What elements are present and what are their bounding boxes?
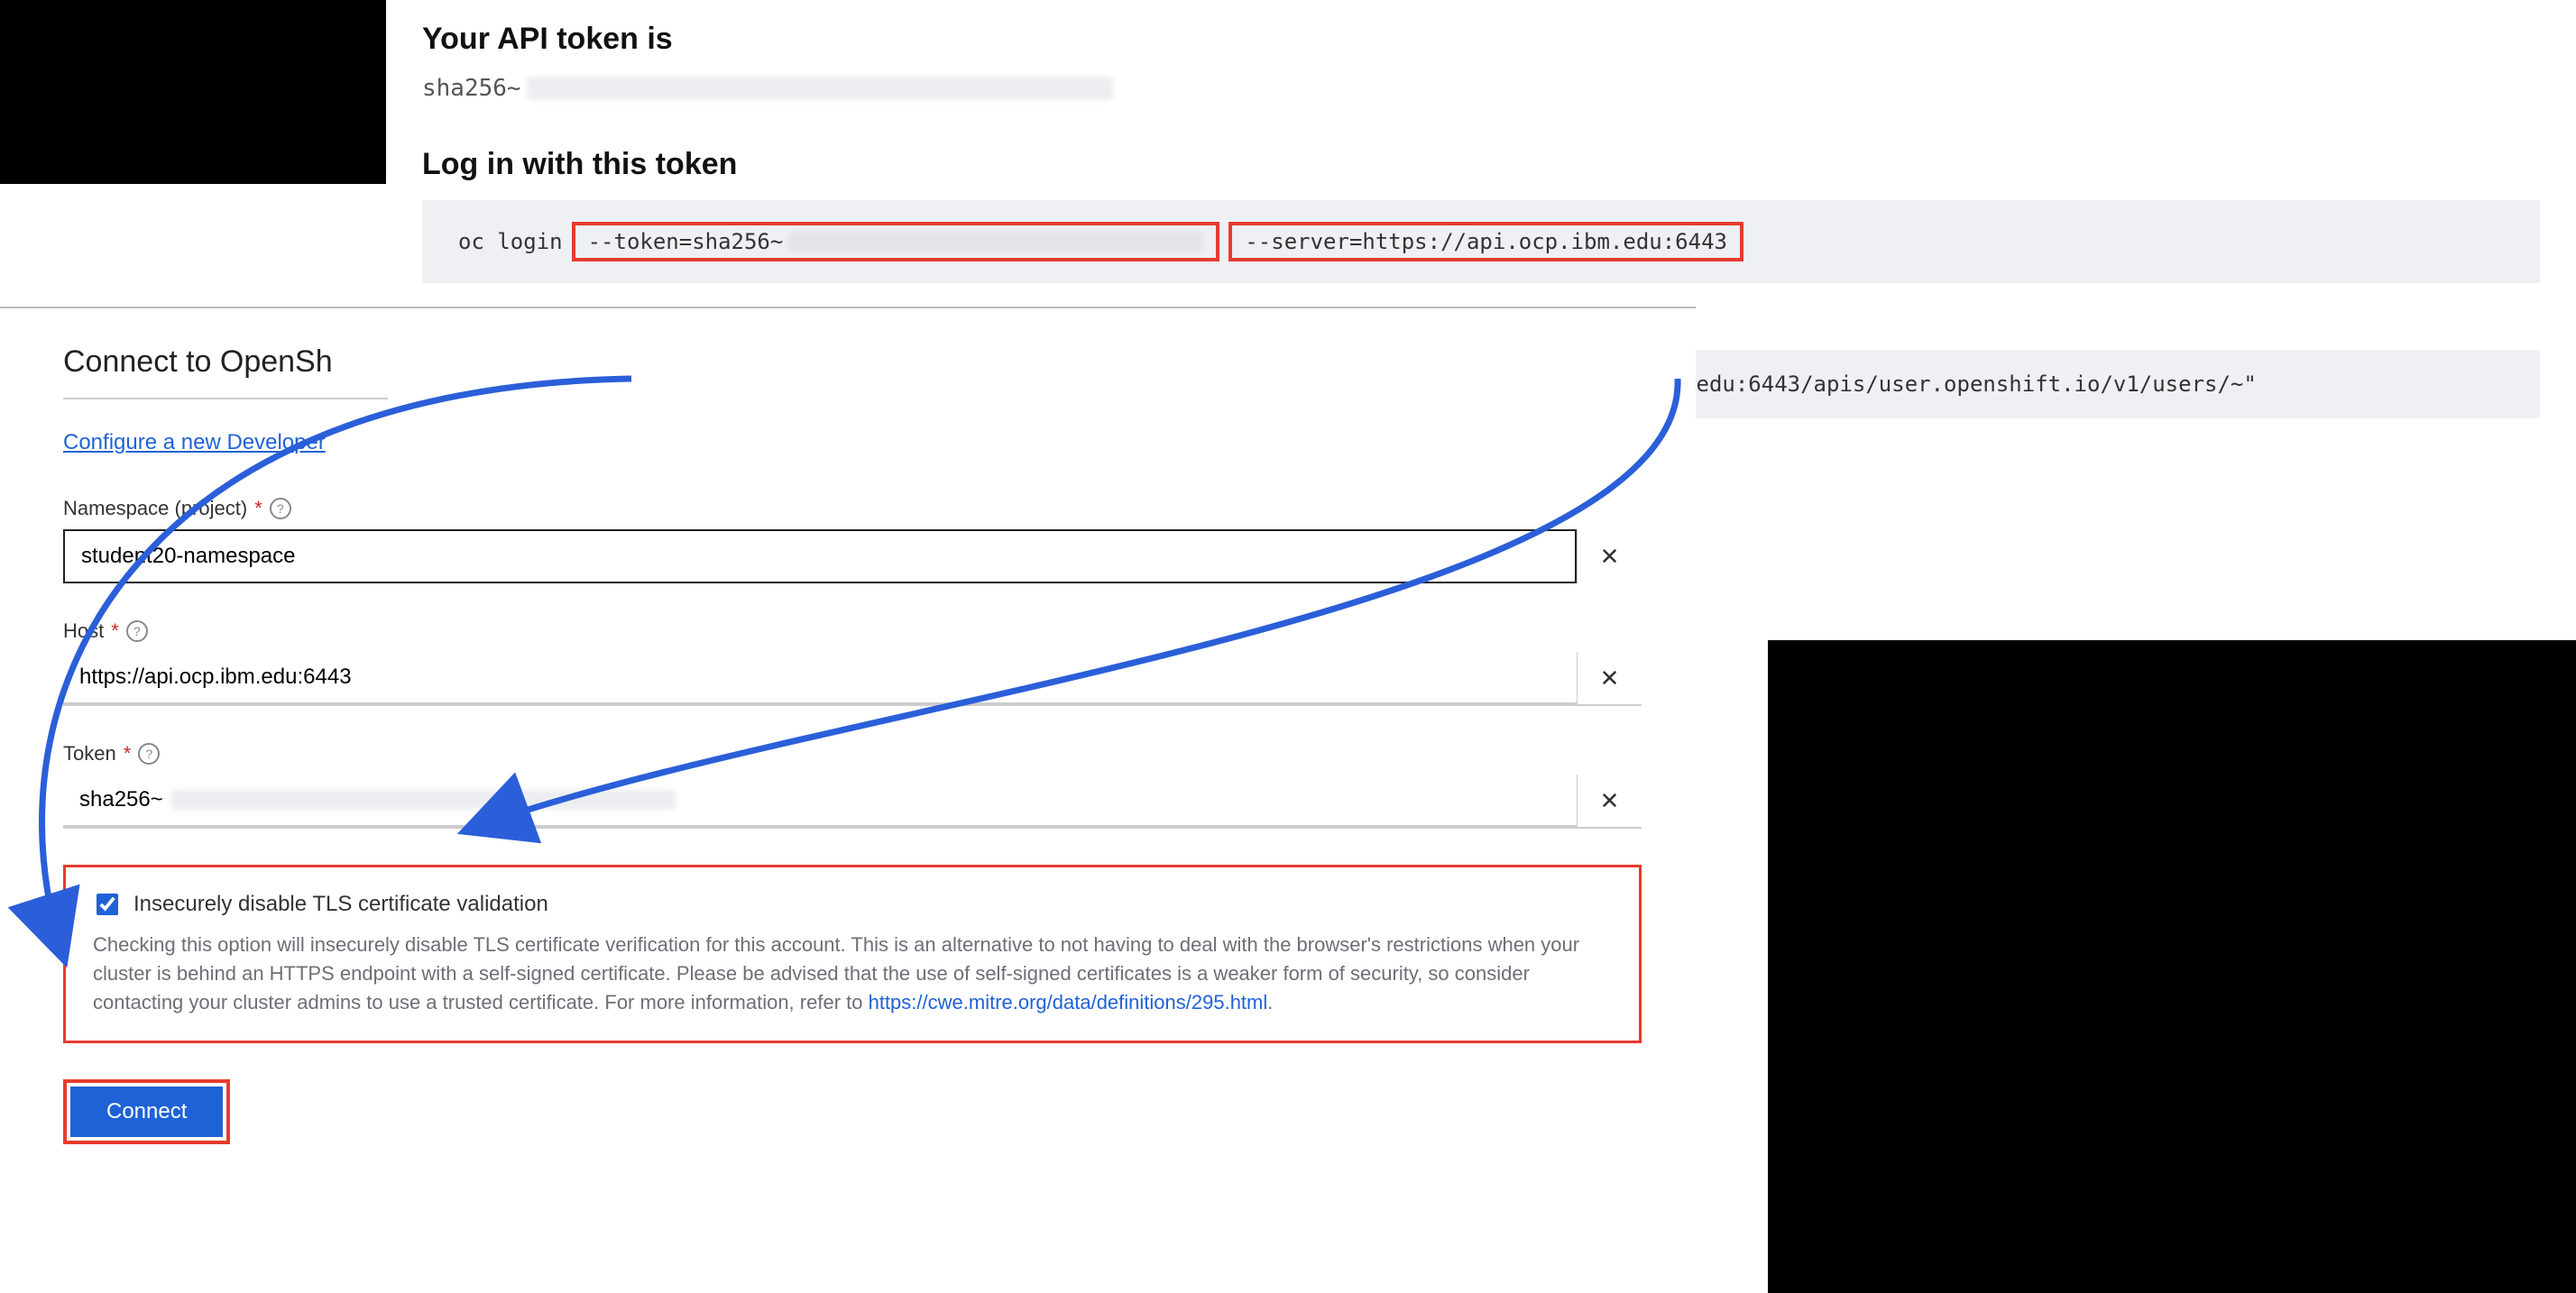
help-icon[interactable]: ? bbox=[126, 620, 148, 642]
namespace-label-row: Namespace (project) * ? bbox=[63, 497, 1642, 520]
namespace-label: Namespace (project) bbox=[63, 497, 247, 520]
server-flag: --server=https://api.ocp.ibm.edu:6443 bbox=[1245, 229, 1727, 254]
api-token-value: sha256~ bbox=[422, 75, 2540, 102]
token-input-wrap[interactable]: sha256~ bbox=[63, 775, 1577, 827]
sha-prefix: sha256~ bbox=[422, 75, 521, 102]
host-field-row: ✕ bbox=[63, 652, 1642, 706]
login-title: Log in with this token bbox=[422, 147, 2540, 182]
token-label: Token bbox=[63, 742, 116, 766]
redaction-block-top bbox=[0, 0, 386, 184]
token-flag: --token=sha256~ bbox=[588, 229, 784, 254]
connect-heading: Connect to OpenSh bbox=[63, 344, 388, 399]
namespace-field-row: ✕ bbox=[63, 529, 1642, 583]
help-icon[interactable]: ? bbox=[138, 743, 160, 765]
connect-panel: Connect to OpenSh Configure a new Develo… bbox=[0, 307, 1696, 1180]
tls-checkbox[interactable] bbox=[97, 894, 118, 915]
namespace-input[interactable] bbox=[63, 529, 1577, 583]
tls-head: Insecurely disable TLS certificate valid… bbox=[93, 891, 1612, 918]
token-flag-highlight: --token=sha256~ bbox=[572, 222, 1220, 261]
required-asterisk: * bbox=[124, 742, 132, 766]
token-input-blur bbox=[170, 790, 676, 810]
server-flag-highlight: --server=https://api.ocp.ibm.edu:6443 bbox=[1228, 222, 1743, 261]
tls-warning-box: Insecurely disable TLS certificate valid… bbox=[63, 865, 1642, 1043]
host-input[interactable] bbox=[63, 652, 1577, 704]
connect-button-highlight: Connect bbox=[63, 1079, 230, 1144]
token-flag-blur bbox=[788, 232, 1203, 252]
token-input-value: sha256~ bbox=[79, 787, 163, 812]
tls-link[interactable]: https://cwe.mitre.org/data/definitions/2… bbox=[869, 991, 1268, 1013]
oc-login-codebox: oc login --token=sha256~ --server=https:… bbox=[422, 200, 2540, 283]
connect-button[interactable]: Connect bbox=[70, 1087, 223, 1137]
host-label: Host bbox=[63, 619, 104, 643]
namespace-clear-button[interactable]: ✕ bbox=[1577, 529, 1642, 583]
help-icon[interactable]: ? bbox=[270, 498, 291, 519]
tls-body: Checking this option will insecurely dis… bbox=[93, 931, 1612, 1017]
tls-body-text: Checking this option will insecurely dis… bbox=[93, 933, 1579, 1013]
configure-link[interactable]: Configure a new Developer bbox=[63, 430, 326, 455]
oc-login-cmd: oc login bbox=[458, 229, 563, 254]
host-clear-button[interactable]: ✕ bbox=[1577, 652, 1642, 704]
redaction-block-bottom bbox=[1768, 640, 2576, 1293]
token-clear-button[interactable]: ✕ bbox=[1577, 775, 1642, 827]
required-asterisk: * bbox=[254, 497, 262, 520]
host-label-row: Host * ? bbox=[63, 619, 1642, 643]
token-label-row: Token * ? bbox=[63, 742, 1642, 766]
tls-title: Insecurely disable TLS certificate valid… bbox=[133, 892, 548, 917]
api-token-title: Your API token is bbox=[422, 22, 2540, 57]
sha-blur bbox=[527, 77, 1113, 100]
token-field-row: sha256~ ✕ bbox=[63, 775, 1642, 829]
required-asterisk: * bbox=[111, 619, 119, 643]
